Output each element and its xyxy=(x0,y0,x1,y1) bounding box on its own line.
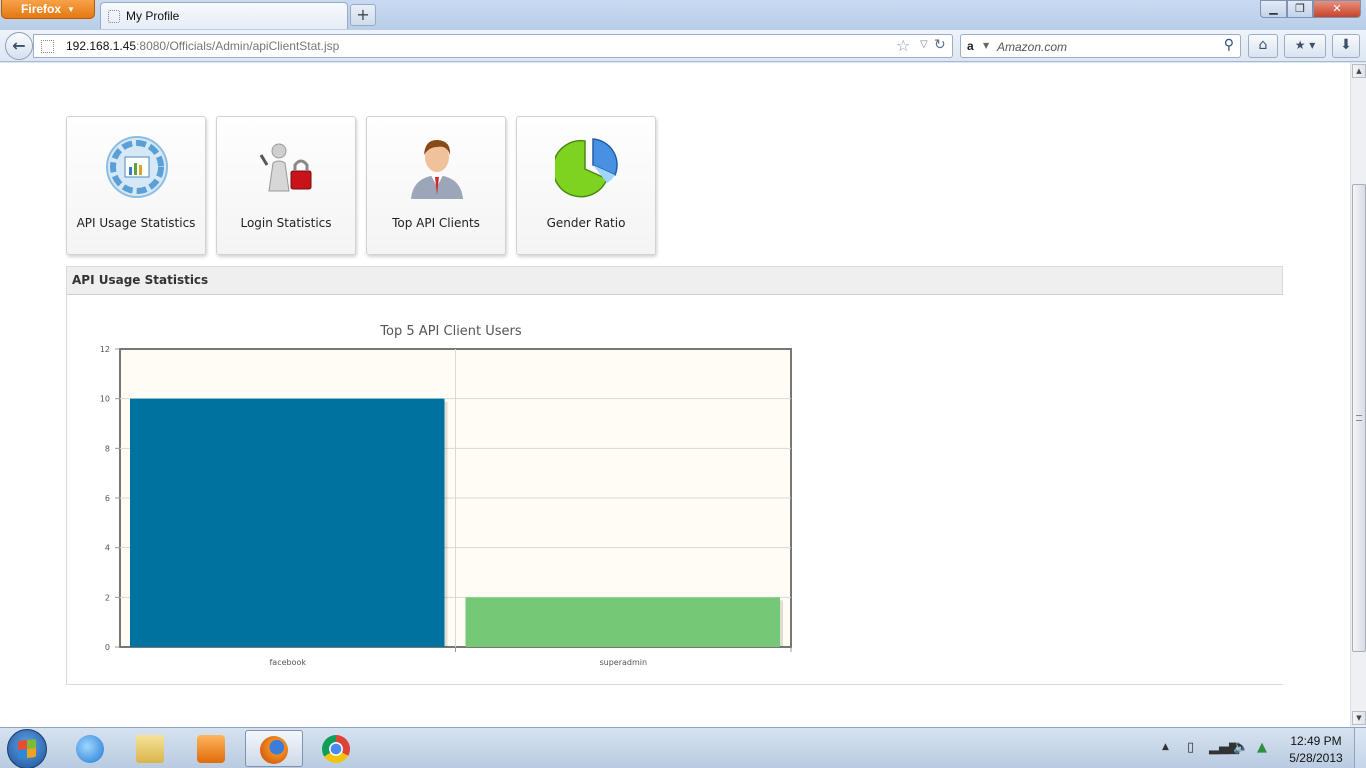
y-axis: 0 2 4 6 8 10 12 xyxy=(100,345,120,652)
show-hidden-icons-icon[interactable]: ▲ xyxy=(1162,742,1169,752)
search-engine-dropdown-icon[interactable]: ▼ xyxy=(983,41,989,50)
taskbar-app-internet-explorer[interactable] xyxy=(61,730,119,767)
tile-label: Top API Clients xyxy=(392,216,480,230)
y-tick-label: 8 xyxy=(105,444,110,453)
home-button[interactable]: ⌂ xyxy=(1248,34,1278,58)
taskbar-app-media-player[interactable] xyxy=(182,730,240,767)
new-tab-button[interactable]: + xyxy=(350,4,376,26)
taskbar-app-chrome[interactable] xyxy=(307,730,365,767)
volume-icon[interactable]: 🔈 xyxy=(1233,740,1249,755)
bookmarks-button[interactable]: ★ ▾ xyxy=(1284,34,1326,58)
tile-gender-ratio[interactable]: Gender Ratio xyxy=(516,116,656,255)
windows-logo-icon xyxy=(18,739,36,759)
tile-login-statistics[interactable]: Login Statistics xyxy=(216,116,356,255)
page-viewport: API Usage Statistics Login Statistics To… xyxy=(0,63,1350,727)
search-input[interactable]: Amazon.com xyxy=(997,40,1067,54)
back-button[interactable]: ← xyxy=(5,32,33,60)
clock-time: 12:49 PM xyxy=(1290,734,1342,748)
clock-date: 5/28/2013 xyxy=(1289,751,1343,765)
businessman-icon xyxy=(411,139,463,199)
section-title: API Usage Statistics xyxy=(72,273,209,287)
firefox-menu-label: Firefox xyxy=(21,2,62,16)
section-header: API Usage Statistics xyxy=(66,266,1283,295)
amazon-icon[interactable]: a xyxy=(967,39,974,53)
tile-label: Gender Ratio xyxy=(546,216,626,230)
title-bar: Firefox ▼ My Profile + ▁ ❐ ✕ xyxy=(0,0,1366,30)
scroll-down-icon[interactable]: ▼ xyxy=(1352,711,1366,725)
page-icon xyxy=(108,9,120,23)
tile-label: Login Statistics xyxy=(240,216,332,230)
tab-title: My Profile xyxy=(126,9,180,23)
bar-superadmin[interactable] xyxy=(465,597,781,647)
battery-icon[interactable]: ▯ xyxy=(1187,740,1194,755)
firefox-icon xyxy=(260,736,288,764)
search-bar[interactable]: a ▼ Amazon.com ⚲ xyxy=(960,34,1241,58)
media-player-icon xyxy=(197,735,225,763)
maximize-button[interactable]: ❐ xyxy=(1287,0,1313,18)
show-desktop-button[interactable] xyxy=(1354,728,1366,768)
tile-label: API Usage Statistics xyxy=(76,216,196,230)
windows-explorer-icon xyxy=(136,735,164,763)
chevron-down-icon: ▼ xyxy=(67,4,75,14)
y-tick-label: 0 xyxy=(105,643,110,652)
x-tick-label: superadmin xyxy=(599,658,647,667)
y-tick-label: 2 xyxy=(105,593,110,602)
api-stats-icon xyxy=(106,136,168,198)
google-drive-icon[interactable]: ▲ xyxy=(1257,740,1267,755)
url-text[interactable]: 192.168.1.45:8080/Officials/Admin/apiCli… xyxy=(66,39,339,53)
y-tick-label: 4 xyxy=(105,544,110,553)
url-bar[interactable]: 192.168.1.45:8080/Officials/Admin/apiCli… xyxy=(33,34,953,58)
y-tick-label: 10 xyxy=(100,395,110,404)
downloads-button[interactable]: ⬇ xyxy=(1332,34,1360,58)
login-lock-icon xyxy=(259,143,312,192)
y-tick-label: 12 xyxy=(100,345,110,354)
tile-api-usage-statistics[interactable]: API Usage Statistics xyxy=(66,116,206,255)
taskbar-app-windows-explorer[interactable] xyxy=(121,730,179,767)
scrollbar-thumb[interactable] xyxy=(1352,184,1366,652)
pie-chart-icon xyxy=(555,138,618,198)
x-tick-label: facebook xyxy=(269,658,306,667)
close-window-button[interactable]: ✕ xyxy=(1313,0,1361,18)
internet-explorer-icon xyxy=(76,735,104,763)
start-button[interactable] xyxy=(7,729,47,768)
scroll-up-icon[interactable]: ▲ xyxy=(1352,64,1366,78)
windows-taskbar: ▲ ▯ ▂▄▆ 🔈 ▲ 12:49 PM 5/28/2013 xyxy=(0,727,1366,768)
minimize-button[interactable]: ▁ xyxy=(1260,0,1287,18)
history-dropdown-icon[interactable]: ▽ xyxy=(920,39,928,50)
chrome-icon xyxy=(322,735,350,763)
tile-top-api-clients[interactable]: Top API Clients xyxy=(366,116,506,255)
reload-icon[interactable]: ↻ xyxy=(934,37,946,53)
system-clock[interactable]: 12:49 PM 5/28/2013 xyxy=(1283,733,1349,767)
search-icon[interactable]: ⚲ xyxy=(1224,37,1234,53)
firefox-menu-button[interactable]: Firefox ▼ xyxy=(1,0,95,19)
vertical-scrollbar[interactable]: ▲ ▼ xyxy=(1350,63,1366,727)
x-axis: facebook superadmin xyxy=(269,647,792,667)
bookmark-star-icon[interactable]: ☆ xyxy=(896,36,910,55)
navigation-toolbar: 192.168.1.45:8080/Officials/Admin/apiCli… xyxy=(0,30,1366,62)
bar-facebook[interactable] xyxy=(130,398,445,647)
site-identity-icon[interactable] xyxy=(41,40,54,53)
bar-chart: Top 5 API Client Users 0 2 4 6 8 10 12 faceboo… xyxy=(100,324,792,667)
taskbar-app-firefox[interactable] xyxy=(245,730,303,767)
tab-my-profile[interactable]: My Profile xyxy=(100,2,348,29)
y-tick-label: 6 xyxy=(105,494,110,503)
chart-title: Top 5 API Client Users xyxy=(379,324,522,339)
